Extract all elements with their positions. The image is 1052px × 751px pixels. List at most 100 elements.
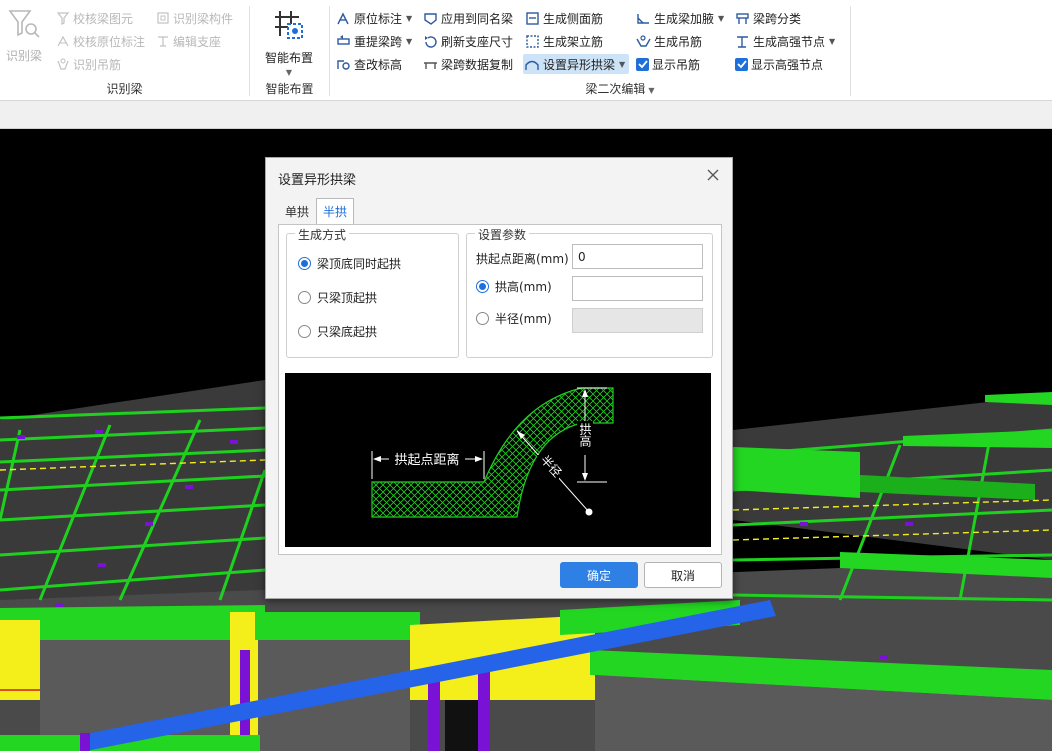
chevron-down-icon: ▼ bbox=[829, 36, 836, 46]
show-high-strength-node-label: 显示高强节点 bbox=[751, 57, 824, 72]
dialog-title: 设置异形拱梁 bbox=[278, 173, 357, 188]
recognize-beam-button[interactable]: 识别梁 bbox=[6, 8, 42, 64]
refresh-support-size-button[interactable]: 刷新支座尺寸 bbox=[423, 31, 513, 51]
recognize-beam-label: 识别梁 bbox=[6, 49, 43, 63]
smart-layout-dropdown-icon: ▼ bbox=[285, 68, 293, 77]
show-hanger-checkbox[interactable]: 显示吊筋 bbox=[636, 54, 700, 74]
generate-haunch-label: 生成梁加腋 bbox=[654, 11, 715, 26]
arch-height-option[interactable]: 拱高(mm) bbox=[476, 278, 552, 295]
option-bottom-only-arch[interactable]: 只梁底起拱 bbox=[298, 323, 377, 340]
checkbox-checked-icon bbox=[735, 57, 748, 71]
generate-erection-bar-label: 生成架立筋 bbox=[543, 34, 604, 49]
check-original-annotation-button[interactable]: 校核原位标注 bbox=[55, 31, 145, 51]
recognize-beam-icon bbox=[7, 8, 41, 43]
half-arch-diagram: 拱起点距离 拱高 半径 bbox=[371, 387, 614, 518]
recognize-beam-component-button[interactable]: 识别梁构件 bbox=[155, 8, 233, 28]
smart-layout-button[interactable]: 智能布置 ▼ bbox=[256, 8, 322, 77]
check-beam-elements-button[interactable]: 校核梁图元 bbox=[55, 8, 133, 28]
parameters-group: 设置参数 拱起点距离(mm) 拱高(mm) 半径(mm) bbox=[466, 226, 713, 358]
check-original-annotation-label: 校核原位标注 bbox=[73, 34, 146, 49]
group-beam-secondary-edit: 原位标注 ▼ 重提梁跨 ▼ 查改标高 应用到同名梁 刷新支座尺寸 梁跨数据复制 bbox=[330, 0, 850, 101]
recognize-hanger-label: 识别吊筋 bbox=[73, 57, 122, 72]
check-icon bbox=[55, 11, 70, 26]
close-button[interactable] bbox=[705, 168, 721, 184]
arch-beam-icon bbox=[525, 57, 540, 72]
checkbox-checked-icon bbox=[636, 57, 649, 71]
parameters-legend: 设置参数 bbox=[475, 226, 530, 243]
arch-start-distance-input[interactable] bbox=[572, 244, 703, 269]
group-smart-layout: 智能布置 ▼ 智能布置 bbox=[250, 0, 329, 101]
generate-side-bar-button[interactable]: 生成侧面筋 bbox=[525, 8, 603, 28]
arch-preview-diagram: 拱起点距离 拱高 半径 bbox=[285, 373, 711, 547]
group-divider bbox=[850, 6, 851, 96]
radius-option[interactable]: 半径(mm) bbox=[476, 310, 552, 327]
check-annotation-icon bbox=[55, 34, 70, 49]
group-recognize-beam: 识别梁 校核梁图元 校核原位标注 识别吊筋 识别梁构件 编辑支座 识别梁 bbox=[0, 0, 249, 101]
generate-haunch-button[interactable]: 生成梁加腋 ▼ bbox=[636, 8, 724, 28]
original-annotation-button[interactable]: 原位标注 ▼ bbox=[336, 8, 412, 28]
edit-elevation-label: 查改标高 bbox=[354, 57, 403, 72]
span-data-copy-button[interactable]: 梁跨数据复制 bbox=[423, 54, 513, 74]
dialog-tabs: 单拱 半拱 bbox=[278, 198, 355, 224]
recognize-beam-component-label: 识别梁构件 bbox=[173, 11, 234, 26]
haunch-icon bbox=[636, 11, 651, 26]
high-strength-node-icon bbox=[735, 34, 750, 49]
arch-height-input[interactable] bbox=[572, 276, 703, 301]
ribbon-toolbar: 识别梁 校核梁图元 校核原位标注 识别吊筋 识别梁构件 编辑支座 识别梁 智能布… bbox=[0, 0, 1052, 101]
hanger-icon bbox=[55, 57, 70, 72]
side-bar-icon bbox=[525, 11, 540, 26]
span-classify-icon bbox=[735, 11, 750, 26]
ribbon-bottom-strip bbox=[0, 101, 1052, 129]
radius-input bbox=[572, 308, 703, 333]
annotation-icon bbox=[336, 11, 351, 26]
set-special-arch-beam-label: 设置异形拱梁 bbox=[543, 57, 616, 72]
option-top-bottom-arch[interactable]: 梁顶底同时起拱 bbox=[298, 255, 401, 272]
radio-selected-icon bbox=[298, 257, 311, 270]
original-annotation-label: 原位标注 bbox=[354, 11, 403, 26]
generate-hanger-label: 生成吊筋 bbox=[654, 34, 703, 49]
generate-high-strength-node-label: 生成高强节点 bbox=[753, 34, 826, 49]
radio-selected-icon bbox=[476, 280, 489, 293]
tab-single-arch[interactable]: 单拱 bbox=[278, 198, 316, 224]
recognize-hanger-button[interactable]: 识别吊筋 bbox=[55, 54, 121, 74]
group-beam-secondary-edit-text: 梁二次编辑 bbox=[585, 82, 646, 96]
apply-same-name-beam-button[interactable]: 应用到同名梁 bbox=[423, 8, 513, 28]
span-classify-button[interactable]: 梁跨分类 bbox=[735, 8, 801, 28]
generate-erection-bar-button[interactable]: 生成架立筋 bbox=[525, 31, 603, 51]
option-top-bottom-arch-label: 梁顶底同时起拱 bbox=[317, 257, 402, 271]
option-bottom-only-arch-label: 只梁底起拱 bbox=[317, 325, 378, 339]
chevron-down-icon: ▼ bbox=[619, 59, 626, 69]
edit-support-icon bbox=[155, 34, 170, 49]
re-extract-span-icon bbox=[336, 34, 351, 49]
re-extract-span-button[interactable]: 重提梁跨 ▼ bbox=[336, 31, 412, 51]
component-icon bbox=[155, 11, 170, 26]
show-high-strength-node-checkbox[interactable]: 显示高强节点 bbox=[735, 54, 823, 74]
radio-icon bbox=[298, 291, 311, 304]
generate-high-strength-node-button[interactable]: 生成高强节点 ▼ bbox=[735, 31, 835, 51]
span-data-copy-label: 梁跨数据复制 bbox=[441, 57, 514, 72]
generation-mode-group: 生成方式 梁顶底同时起拱 只梁顶起拱 只梁底起拱 bbox=[286, 226, 459, 358]
set-special-arch-beam-button[interactable]: 设置异形拱梁 ▼ bbox=[523, 54, 630, 74]
chevron-down-icon: ▼ bbox=[406, 36, 413, 46]
half-arch-panel: 生成方式 梁顶底同时起拱 只梁顶起拱 只梁底起拱 设置参数 拱起点距离(mm) … bbox=[278, 224, 722, 555]
smart-layout-icon bbox=[272, 8, 306, 45]
option-top-only-arch[interactable]: 只梁顶起拱 bbox=[298, 289, 377, 306]
chevron-down-icon: ▼ bbox=[718, 13, 725, 23]
smart-layout-label: 智能布置 bbox=[264, 51, 313, 65]
span-classify-label: 梁跨分类 bbox=[753, 11, 802, 26]
edit-elevation-button[interactable]: 查改标高 bbox=[336, 54, 402, 74]
tab-half-arch[interactable]: 半拱 bbox=[316, 198, 355, 224]
refresh-support-size-label: 刷新支座尺寸 bbox=[441, 34, 514, 49]
ok-button[interactable]: 确定 bbox=[560, 562, 638, 588]
cancel-button[interactable]: 取消 bbox=[644, 562, 722, 588]
show-hanger-label: 显示吊筋 bbox=[652, 57, 701, 72]
radio-icon bbox=[476, 312, 489, 325]
edit-support-button[interactable]: 编辑支座 bbox=[155, 31, 221, 51]
generation-mode-legend: 生成方式 bbox=[295, 226, 350, 243]
generate-hanger-button[interactable]: 生成吊筋 bbox=[636, 31, 702, 51]
apply-same-name-beam-label: 应用到同名梁 bbox=[441, 11, 514, 26]
group-beam-secondary-edit-label[interactable]: 梁二次编辑 ▼ bbox=[330, 80, 910, 97]
diagram-height-text: 拱高 bbox=[578, 423, 592, 448]
edit-support-label: 编辑支座 bbox=[173, 34, 222, 49]
refresh-icon bbox=[423, 34, 438, 49]
